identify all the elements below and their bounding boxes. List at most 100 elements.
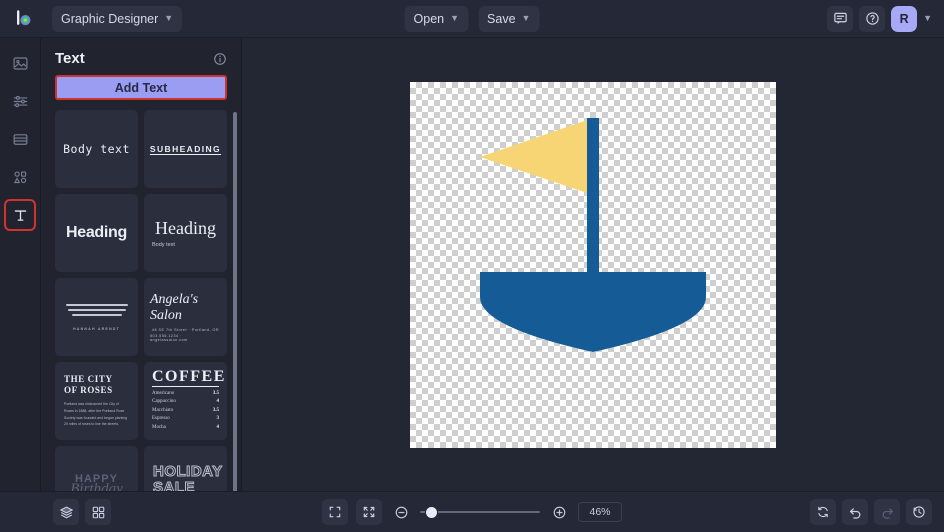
zoom-slider[interactable] <box>420 511 540 513</box>
coffee-item-price: 4 <box>217 399 220 404</box>
preset-card-coffee-menu[interactable]: COFFEE Americano 3.5 Cappuccino 4 Macchi… <box>144 362 227 440</box>
zoom-slider-track <box>420 511 540 513</box>
coffee-item-price: 4 <box>217 425 220 430</box>
layout-icon <box>12 131 29 148</box>
app-root: Graphic Designer ▼ Open ▼ Save ▼ <box>0 0 944 532</box>
shapes-icon <box>12 169 29 186</box>
sidebar-item-photos[interactable] <box>7 50 33 76</box>
history-controls <box>810 499 932 525</box>
avatar-initial: R <box>900 12 909 26</box>
sailboat-graphic[interactable] <box>410 82 776 448</box>
chevron-down-icon: ▼ <box>522 14 531 23</box>
chevron-down-icon: ▼ <box>164 14 173 23</box>
preset-card-holiday-sale[interactable]: HOLIDAY SALE 20% off storewide <box>144 446 227 491</box>
zoom-controls: 46% <box>322 499 622 525</box>
holiday-line1: HOLIDAY <box>153 464 223 480</box>
fit-to-screen-button[interactable] <box>322 499 348 525</box>
preset-card-happy-birthday[interactable]: HAPPY Birthday <box>55 446 138 491</box>
chevron-down-icon: ▼ <box>450 14 459 23</box>
bottom-toolbar: 46% <box>0 491 944 532</box>
quote-script-lines <box>66 304 128 316</box>
coffee-item-name: Cappuccino <box>152 399 176 404</box>
add-text-label: Add Text <box>115 81 168 95</box>
undo-button[interactable] <box>842 499 868 525</box>
open-menu-button[interactable]: Open ▼ <box>405 6 469 32</box>
coffee-item-name: Macchiato <box>152 408 173 413</box>
preset-card-city-of-roses[interactable]: THE CITY OF ROSES Portland was nicknamed… <box>55 362 138 440</box>
history-icon <box>912 505 926 519</box>
artboard[interactable] <box>410 82 776 448</box>
reset-button[interactable] <box>810 499 836 525</box>
zoom-level-value: 46% <box>589 506 610 518</box>
city-title-line1: THE CITY <box>64 374 113 385</box>
redo-icon <box>880 505 895 520</box>
coffee-title: COFFEE <box>152 369 219 387</box>
zoom-out-button[interactable] <box>390 501 412 523</box>
canvas-area[interactable] <box>242 38 944 491</box>
coffee-item-price: 3.5 <box>213 391 219 396</box>
help-icon <box>865 11 880 26</box>
redo-button[interactable] <box>874 499 900 525</box>
fit-to-screen-icon <box>328 505 342 519</box>
zoom-in-icon <box>552 505 567 520</box>
reset-icon <box>816 505 830 519</box>
text-preset-grid: Body text SUBHEADING Heading Heading Bod… <box>41 110 241 491</box>
zoom-slider-handle[interactable] <box>426 507 437 518</box>
preset-card-heading-serif[interactable]: Heading Body text <box>144 194 227 272</box>
salon-address: 48 SE 7th Street · Portland, OR <box>152 328 219 332</box>
preset-card-body-text[interactable]: Body text <box>55 110 138 188</box>
coffee-item-row: Macchiato 3.5 <box>152 408 219 413</box>
preset-card-heading-bold[interactable]: Heading <box>55 194 138 272</box>
preset-card-subheading[interactable]: SUBHEADING <box>144 110 227 188</box>
avatar[interactable]: R <box>891 6 917 32</box>
coffee-item-price: 3 <box>217 416 220 421</box>
panel-scrollbar[interactable] <box>233 112 237 512</box>
birthday-line2: Birthday <box>70 482 123 492</box>
layers-button[interactable] <box>53 499 79 525</box>
salon-contact: 503.555.1234 · angelassalon.com <box>150 334 221 342</box>
sidebar-item-adjust[interactable] <box>7 88 33 114</box>
comment-icon <box>833 11 848 26</box>
quote-attribution: HANNAH ARENDT <box>73 327 120 331</box>
coffee-item-row: Espresso 3 <box>152 416 219 421</box>
holiday-line2: SALE <box>153 480 195 492</box>
city-title-line2: OF ROSES <box>64 385 113 396</box>
city-body-text: Portland was nicknamed the City of Roses… <box>64 401 129 428</box>
coffee-item-row: Mocha 4 <box>152 425 219 430</box>
zoom-to-selection-button[interactable] <box>356 499 382 525</box>
history-button[interactable] <box>906 499 932 525</box>
account-actions-group: R ▼ <box>827 6 936 32</box>
comments-button[interactable] <box>827 6 853 32</box>
zoom-to-selection-icon <box>362 505 376 519</box>
help-button[interactable] <box>859 6 885 32</box>
app-logo-button[interactable] <box>10 5 38 33</box>
zoom-in-button[interactable] <box>548 501 570 523</box>
preset-label: SUBHEADING <box>150 144 221 154</box>
preset-card-salon[interactable]: Angela's Salon 48 SE 7th Street · Portla… <box>144 278 227 356</box>
coffee-item-price: 3.5 <box>213 408 219 413</box>
save-menu-button[interactable]: Save ▼ <box>478 6 539 32</box>
sidebar-item-elements[interactable] <box>7 164 33 190</box>
add-text-wrapper: Add Text <box>41 75 241 110</box>
text-icon <box>12 207 29 224</box>
coffee-item-name: Mocha <box>152 425 166 430</box>
save-label: Save <box>487 12 516 26</box>
preset-card-quote[interactable]: HANNAH ARENDT <box>55 278 138 356</box>
top-toolbar: Graphic Designer ▼ Open ▼ Save ▼ <box>0 0 944 38</box>
info-icon[interactable] <box>213 52 227 66</box>
sidebar-item-text[interactable] <box>7 202 33 228</box>
undo-icon <box>848 505 863 520</box>
document-type-menu[interactable]: Graphic Designer ▼ <box>52 6 182 32</box>
coffee-item-row: Cappuccino 4 <box>152 399 219 404</box>
zoom-level-field[interactable]: 46% <box>578 502 622 522</box>
sidebar-item-layouts[interactable] <box>7 126 33 152</box>
file-actions-group: Open ▼ Save ▼ <box>405 6 540 32</box>
grid-button[interactable] <box>85 499 111 525</box>
preset-sublabel: Body text <box>150 242 175 248</box>
preset-label: Body text <box>63 142 130 156</box>
bottom-left-group <box>53 499 111 525</box>
zoom-out-icon <box>394 505 409 520</box>
add-text-button[interactable]: Add Text <box>55 75 227 100</box>
account-chevron-down-icon[interactable]: ▼ <box>923 14 932 23</box>
tool-rail <box>0 38 41 491</box>
